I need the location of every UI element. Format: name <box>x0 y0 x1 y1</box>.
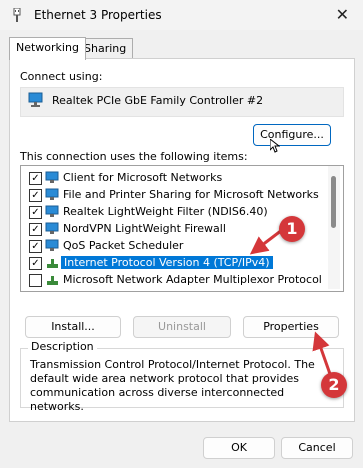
annotation-arrows <box>249 228 332 375</box>
annotation-badge-1: 1 <box>279 216 305 242</box>
annotation-badge-2: 2 <box>321 372 347 398</box>
tab-networking[interactable]: Networking <box>9 37 86 60</box>
mouse-cursor <box>270 139 280 153</box>
